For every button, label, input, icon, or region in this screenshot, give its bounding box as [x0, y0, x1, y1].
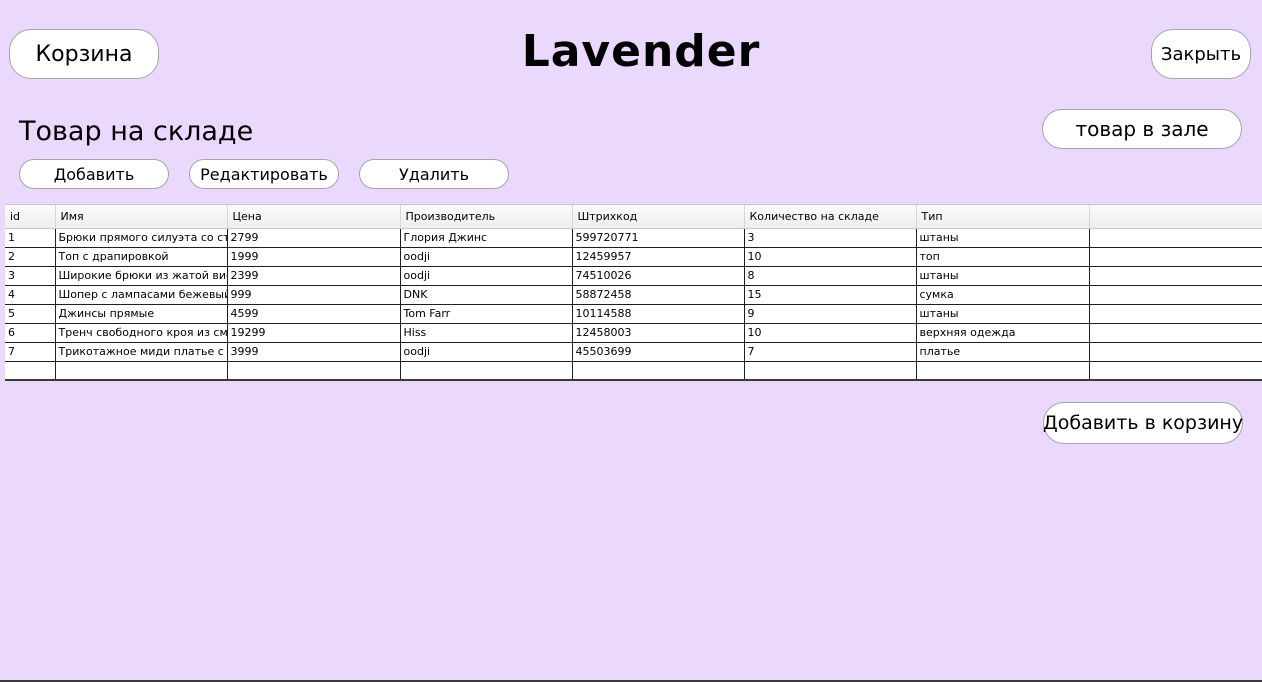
- hall-products-button[interactable]: товар в зале: [1042, 109, 1242, 149]
- cell-manufacturer[interactable]: [400, 361, 573, 379]
- table-row[interactable]: 6 Тренч свободного кроя из смесового хло…: [5, 323, 1262, 343]
- cell-filler: [1089, 361, 1262, 379]
- cell-filler: [1089, 228, 1262, 248]
- cell-price[interactable]: 999: [227, 285, 401, 305]
- cell-type[interactable]: штаны: [916, 304, 1090, 324]
- add-button[interactable]: Добавить: [19, 159, 169, 189]
- cell-id[interactable]: 4: [5, 285, 56, 305]
- cell-price[interactable]: 19299: [227, 323, 401, 343]
- table-row[interactable]: 5 Джинсы прямые 4599 Tom Farr 10114588 9…: [5, 304, 1262, 324]
- cell-name[interactable]: Шопер с лампасами бежевый: [55, 285, 228, 305]
- cart-button[interactable]: Корзина: [9, 29, 159, 79]
- cell-price[interactable]: 2399: [227, 266, 401, 286]
- table-row[interactable]: 3 Широкие брюки из жатой вискозы 2399 oo…: [5, 266, 1262, 286]
- table-new-row[interactable]: [5, 361, 1262, 379]
- cell-id[interactable]: [5, 361, 56, 379]
- edit-button[interactable]: Редактировать: [189, 159, 339, 189]
- cell-name[interactable]: Джинсы прямые: [55, 304, 228, 324]
- cell-stock-quantity[interactable]: 10: [744, 247, 917, 267]
- page-title: Товар на складе: [19, 116, 254, 147]
- cell-price[interactable]: 1999: [227, 247, 401, 267]
- cell-type[interactable]: [916, 361, 1090, 379]
- cell-id[interactable]: 5: [5, 304, 56, 324]
- cell-type[interactable]: топ: [916, 247, 1090, 267]
- column-header-filler: [1089, 205, 1262, 229]
- close-button[interactable]: Закрыть: [1151, 29, 1251, 79]
- cell-stock-quantity[interactable]: 3: [744, 228, 917, 248]
- table-row[interactable]: 1 Брюки прямого силуэта со стрелками 279…: [5, 228, 1262, 248]
- cell-type[interactable]: платье: [916, 342, 1090, 362]
- cell-id[interactable]: 1: [5, 228, 56, 248]
- cell-barcode[interactable]: 10114588: [572, 304, 745, 324]
- column-header-manufacturer[interactable]: Производитель: [400, 205, 573, 229]
- cell-stock-quantity[interactable]: 15: [744, 285, 917, 305]
- cell-id[interactable]: 2: [5, 247, 56, 267]
- column-header-stock-quantity[interactable]: Количество на складе: [744, 205, 917, 229]
- cell-name[interactable]: Брюки прямого силуэта со стрелками: [55, 228, 228, 248]
- cell-price[interactable]: 4599: [227, 304, 401, 324]
- cell-barcode[interactable]: 45503699: [572, 342, 745, 362]
- cell-stock-quantity[interactable]: 10: [744, 323, 917, 343]
- cell-id[interactable]: 7: [5, 342, 56, 362]
- cell-manufacturer[interactable]: DNK: [400, 285, 573, 305]
- cell-manufacturer[interactable]: Hiss: [400, 323, 573, 343]
- cell-price[interactable]: 2799: [227, 228, 401, 248]
- column-header-barcode[interactable]: Штрихкод: [572, 205, 745, 229]
- cell-name[interactable]: Тренч свободного кроя из смесового хлопк…: [55, 323, 228, 343]
- cell-id[interactable]: 3: [5, 266, 56, 286]
- app-logo: Lavender: [521, 26, 761, 77]
- cell-price[interactable]: 3999: [227, 342, 401, 362]
- cell-type[interactable]: штаны: [916, 228, 1090, 248]
- cell-filler: [1089, 304, 1262, 324]
- add-to-cart-button[interactable]: Добавить в корзину: [1043, 402, 1243, 444]
- cell-manufacturer[interactable]: oodji: [400, 266, 573, 286]
- cell-manufacturer[interactable]: oodji: [400, 342, 573, 362]
- cell-filler: [1089, 285, 1262, 305]
- cell-id[interactable]: 6: [5, 323, 56, 343]
- cell-filler: [1089, 342, 1262, 362]
- cell-manufacturer[interactable]: oodji: [400, 247, 573, 267]
- cell-name[interactable]: Трикотажное миди платье с длинным рукаво…: [55, 342, 228, 362]
- column-header-id[interactable]: id: [5, 205, 56, 229]
- cell-name[interactable]: [55, 361, 228, 379]
- table-header-row: id Имя Цена Производитель Штрихкод Колич…: [5, 205, 1262, 229]
- cell-name[interactable]: Топ с драпировкой: [55, 247, 228, 267]
- cell-barcode[interactable]: 58872458: [572, 285, 745, 305]
- table-row[interactable]: 4 Шопер с лампасами бежевый 999 DNK 5887…: [5, 285, 1262, 305]
- cell-manufacturer[interactable]: Tom Farr: [400, 304, 573, 324]
- cell-manufacturer[interactable]: Глория Джинс: [400, 228, 573, 248]
- cell-filler: [1089, 266, 1262, 286]
- cell-barcode[interactable]: [572, 361, 745, 379]
- cell-filler: [1089, 323, 1262, 343]
- products-table[interactable]: id Имя Цена Производитель Штрихкод Колич…: [5, 204, 1262, 381]
- cell-filler: [1089, 247, 1262, 267]
- cell-name[interactable]: Широкие брюки из жатой вискозы: [55, 266, 228, 286]
- table-row[interactable]: 2 Топ с драпировкой 1999 oodji 12459957 …: [5, 247, 1262, 267]
- cell-type[interactable]: верхняя одежда: [916, 323, 1090, 343]
- cell-stock-quantity[interactable]: [744, 361, 917, 379]
- cell-type[interactable]: штаны: [916, 266, 1090, 286]
- cell-type[interactable]: сумка: [916, 285, 1090, 305]
- cell-price[interactable]: [227, 361, 401, 379]
- cell-stock-quantity[interactable]: 7: [744, 342, 917, 362]
- cell-barcode[interactable]: 74510026: [572, 266, 745, 286]
- cell-barcode[interactable]: 12459957: [572, 247, 745, 267]
- cell-barcode[interactable]: 12458003: [572, 323, 745, 343]
- column-header-name[interactable]: Имя: [55, 205, 228, 229]
- column-header-type[interactable]: Тип: [916, 205, 1090, 229]
- column-header-price[interactable]: Цена: [227, 205, 401, 229]
- delete-button[interactable]: Удалить: [359, 159, 509, 189]
- table-row[interactable]: 7 Трикотажное миди платье с длинным рука…: [5, 342, 1262, 362]
- cell-barcode[interactable]: 599720771: [572, 228, 745, 248]
- cell-stock-quantity[interactable]: 9: [744, 304, 917, 324]
- cell-stock-quantity[interactable]: 8: [744, 266, 917, 286]
